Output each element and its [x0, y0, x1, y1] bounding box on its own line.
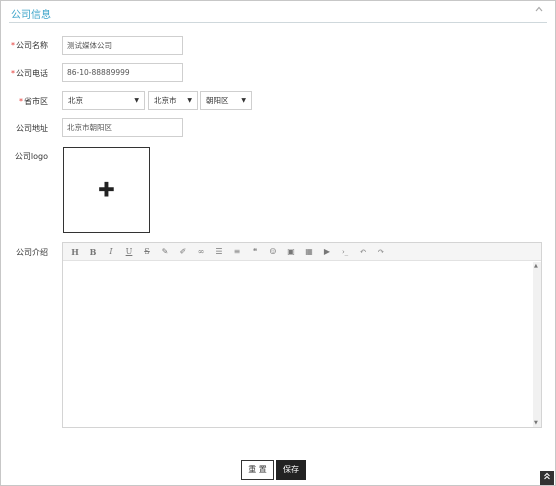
city-select[interactable]: 北京市 ▼: [148, 91, 198, 110]
province-select[interactable]: 北京 ▼: [62, 91, 145, 110]
company-name-label-text: 公司名称: [16, 41, 48, 50]
save-button[interactable]: 保存: [276, 460, 306, 480]
company-info-panel: 公司信息 *公司名称 测试媒体公司 *公司电话 86-10-88889999 *…: [0, 0, 556, 486]
double-chevron-up-icon[interactable]: [540, 471, 554, 485]
region-label-text: 省市区: [24, 97, 48, 106]
quote-icon[interactable]: ❝: [249, 246, 261, 258]
panel-title: 公司信息: [11, 10, 51, 21]
plus-icon: ✚: [98, 177, 115, 202]
reset-button[interactable]: 重 置: [241, 460, 274, 480]
image-icon[interactable]: ▣: [285, 246, 297, 258]
company-logo-label: 公司logo: [14, 152, 48, 161]
undo-icon[interactable]: ↶: [357, 246, 369, 258]
brush-icon[interactable]: ✐: [177, 246, 189, 258]
video-icon[interactable]: ▶: [321, 246, 333, 258]
district-select[interactable]: 朝阳区 ▼: [200, 91, 252, 110]
company-address-label: 公司地址: [16, 124, 48, 133]
ordered-list-icon[interactable]: ≡: [231, 246, 243, 258]
table-icon[interactable]: ▦: [303, 246, 315, 258]
required-mark: *: [11, 69, 15, 78]
company-phone-label: *公司电话: [5, 68, 48, 79]
code-icon[interactable]: ›_: [339, 246, 351, 258]
required-mark: *: [19, 97, 23, 106]
chevron-up-icon[interactable]: [533, 5, 545, 17]
bold-icon[interactable]: B: [87, 246, 99, 258]
caret-down-icon: ▼: [241, 97, 246, 104]
required-mark: *: [11, 41, 15, 50]
title-divider: [9, 22, 547, 23]
company-phone-label-text: 公司电话: [16, 69, 48, 78]
italic-icon[interactable]: I: [105, 246, 117, 258]
company-address-input[interactable]: 北京市朝阳区: [62, 118, 183, 137]
rich-text-editor: H B I U S ✎ ✐ ∞ ☰ ≡ ❝ ☺ ▣ ▦ ▶ ›_ ↶ ↷ ▲ ▼: [62, 242, 542, 428]
strikethrough-icon[interactable]: S: [141, 246, 153, 258]
editor-scrollbar[interactable]: ▲ ▼: [533, 262, 541, 427]
scroll-down-icon[interactable]: ▼: [534, 420, 538, 426]
company-name-label: *公司名称: [5, 40, 48, 51]
link-icon[interactable]: ∞: [195, 246, 207, 258]
emoji-icon[interactable]: ☺: [267, 246, 279, 258]
scroll-up-icon[interactable]: ▲: [534, 263, 538, 269]
underline-icon[interactable]: U: [123, 246, 135, 258]
caret-down-icon: ▼: [134, 97, 139, 104]
heading-icon[interactable]: H: [69, 246, 81, 258]
unordered-list-icon[interactable]: ☰: [213, 246, 225, 258]
caret-down-icon: ▼: [187, 97, 192, 104]
logo-upload-box[interactable]: ✚: [63, 147, 150, 233]
company-intro-label: 公司介绍: [16, 248, 48, 257]
region-label: *省市区: [5, 96, 48, 107]
district-value: 朝阳区: [206, 96, 229, 105]
company-name-input[interactable]: 测试媒体公司: [62, 36, 183, 55]
editor-toolbar: H B I U S ✎ ✐ ∞ ☰ ≡ ❝ ☺ ▣ ▦ ▶ ›_ ↶ ↷: [63, 243, 541, 261]
redo-icon[interactable]: ↷: [375, 246, 387, 258]
city-value: 北京市: [154, 96, 177, 105]
eraser-icon[interactable]: ✎: [159, 246, 171, 258]
province-value: 北京: [68, 96, 83, 105]
editor-content-area[interactable]: [63, 262, 533, 427]
company-phone-input[interactable]: 86-10-88889999: [62, 63, 183, 82]
